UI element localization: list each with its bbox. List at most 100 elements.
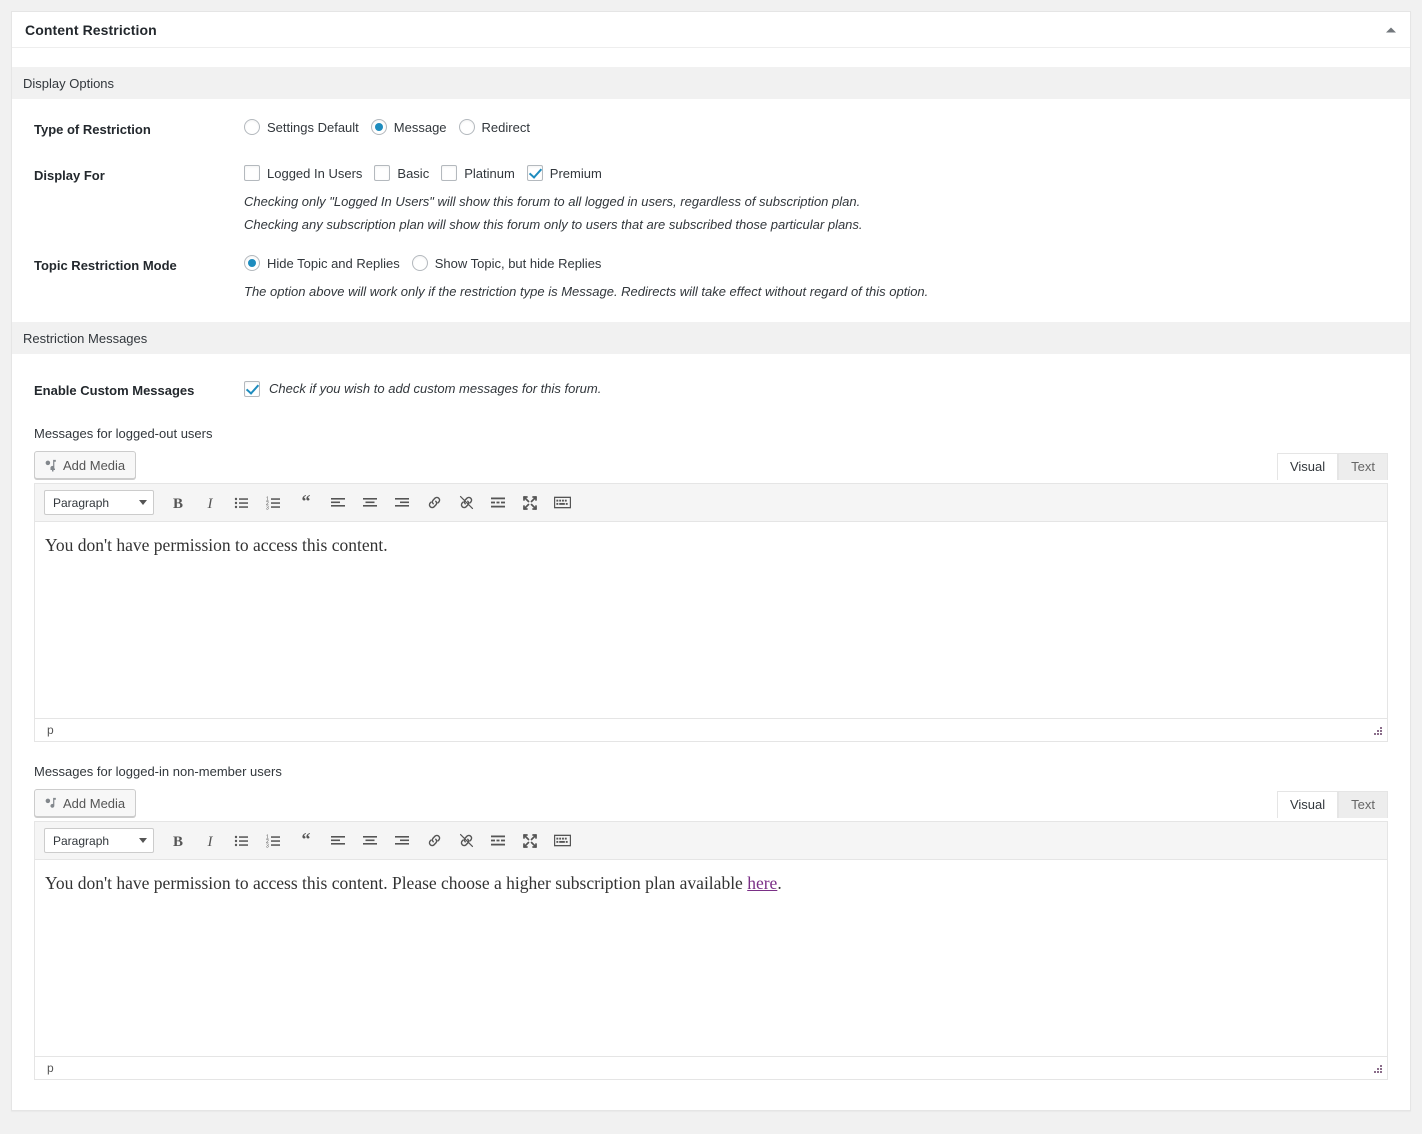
radio-redirect[interactable]: Redirect [458, 119, 530, 135]
align-right-icon[interactable] [388, 489, 416, 517]
bold-icon[interactable]: B [164, 489, 192, 517]
radio-hide-topic-and-replies[interactable]: Hide Topic and Replies [244, 255, 400, 271]
unlink-icon[interactable] [452, 827, 480, 855]
svg-text:I: I [207, 834, 214, 849]
checkbox-label: Logged In Users [267, 165, 363, 181]
help-topic-restriction-mode: The option above will work only if the r… [244, 284, 929, 299]
tab-visual[interactable]: Visual [1276, 453, 1339, 480]
here-link[interactable]: here [747, 873, 777, 893]
blockquote-icon[interactable]: “ [292, 489, 320, 517]
numbered-list-icon[interactable]: 123 [260, 489, 288, 517]
unlink-icon[interactable] [452, 489, 480, 517]
numbered-list-icon[interactable]: 123 [260, 827, 288, 855]
section-header-display-options: Display Options [12, 67, 1410, 99]
radio-indicator[interactable] [370, 119, 387, 135]
editor-content-logged-out[interactable]: You don't have permission to access this… [35, 522, 1387, 718]
checkbox-label: Platinum [464, 165, 515, 181]
editor-text: You don't have permission to access this… [45, 535, 388, 555]
checkbox-indicator[interactable] [526, 165, 543, 181]
link-icon[interactable] [420, 827, 448, 855]
format-select[interactable]: Paragraph [44, 828, 154, 853]
align-right-icon[interactable] [388, 827, 416, 855]
add-media-button[interactable]: Add Media [34, 451, 137, 479]
checkbox-premium[interactable]: Premium [526, 165, 602, 181]
checkbox-enable-custom-messages[interactable]: Check if you wish to add custom messages… [244, 380, 601, 397]
italic-icon[interactable]: I [196, 489, 224, 517]
align-center-icon[interactable] [356, 827, 384, 855]
page-title: Content Restriction [25, 21, 157, 38]
editor-container-logged-in-non-member: Paragraph B I 123 “ You don't have permi… [34, 821, 1388, 1080]
tab-text[interactable]: Text [1338, 791, 1388, 818]
add-media-icon [43, 796, 58, 811]
label-type-of-restriction: Type of Restriction [34, 122, 151, 137]
radio-group-type-of-restriction: Settings Default Message Redirect [244, 119, 1410, 135]
checkbox-indicator[interactable] [244, 165, 260, 181]
checkbox-label: Basic [397, 165, 430, 181]
help-enable-custom-messages: Check if you wish to add custom messages… [269, 381, 602, 396]
checkbox-logged-in-users[interactable]: Logged In Users [244, 165, 362, 181]
editor-path: p [47, 723, 54, 737]
row-enable-custom-messages: Enable Custom Messages Check if you wish… [12, 380, 1410, 400]
align-left-icon[interactable] [324, 827, 352, 855]
svg-text:I: I [207, 496, 214, 511]
checkbox-indicator[interactable] [441, 165, 458, 181]
svg-text:3: 3 [266, 843, 269, 849]
fullscreen-icon[interactable] [516, 489, 544, 517]
editor-resize-handle[interactable] [1370, 1063, 1384, 1077]
chevron-down-icon [139, 838, 147, 843]
radio-indicator[interactable] [244, 255, 260, 271]
italic-icon[interactable]: I [196, 827, 224, 855]
format-select[interactable]: Paragraph [44, 490, 154, 515]
bulleted-list-icon[interactable] [228, 489, 256, 517]
toolbar-toggle-icon[interactable] [548, 827, 576, 855]
add-media-button[interactable]: Add Media [34, 789, 137, 817]
editor-text-tail: . [777, 873, 782, 893]
radio-label: Settings Default [267, 119, 359, 135]
insert-read-more-icon[interactable] [484, 489, 512, 517]
align-center-icon[interactable] [356, 489, 384, 517]
radio-indicator[interactable] [411, 255, 428, 271]
bulleted-list-icon[interactable] [228, 827, 256, 855]
link-icon[interactable] [420, 489, 448, 517]
editor-tabs-logged-in-non-member: Visual Text [1276, 789, 1388, 818]
align-left-icon[interactable] [324, 489, 352, 517]
checkbox-platinum[interactable]: Platinum [441, 165, 515, 181]
editor-container-logged-out: Paragraph B I 123 “ You don't have permi… [34, 483, 1388, 742]
toolbar-toggle-icon[interactable] [548, 489, 576, 517]
editor-resize-handle[interactable] [1370, 725, 1384, 739]
checkbox-indicator[interactable] [374, 165, 391, 181]
label-enable-custom-messages: Enable Custom Messages [34, 383, 195, 398]
tab-text[interactable]: Text [1338, 453, 1388, 480]
radio-label: Message [393, 119, 447, 135]
editor-tabs-logged-out: Visual Text [1276, 451, 1388, 480]
editor-toolbar-logged-out: Paragraph B I 123 “ [35, 484, 1387, 522]
checkbox-basic[interactable]: Basic [374, 165, 429, 181]
bold-icon[interactable]: B [164, 827, 192, 855]
format-select-value: Paragraph [53, 833, 110, 848]
radio-show-topic-hide-replies[interactable]: Show Topic, but hide Replies [411, 255, 602, 271]
editor-content-logged-in-non-member[interactable]: You don't have permission to access this… [35, 860, 1387, 1056]
editor-text: You don't have permission to access this… [45, 873, 748, 893]
radio-indicator[interactable] [458, 119, 475, 135]
label-display-for: Display For [34, 168, 105, 183]
editor-heading-logged-in-non-member: Messages for logged-in non-member users [34, 764, 282, 779]
radio-message[interactable]: Message [370, 119, 447, 135]
blockquote-icon[interactable]: “ [292, 827, 320, 855]
media-buttons-logged-in-non-member: Add Media [34, 789, 1388, 817]
editor-logged-out: Add Media Visual Text Paragraph B I 123 … [12, 451, 1410, 742]
row-topic-restriction-mode: Topic Restriction Mode Hide Topic and Re… [12, 255, 1410, 300]
radio-indicator[interactable] [244, 119, 260, 135]
radio-label: Show Topic, but hide Replies [434, 255, 602, 271]
section-title-display-options: Display Options [23, 75, 115, 91]
radio-label: Redirect [481, 119, 530, 135]
checkbox-indicator[interactable] [244, 380, 260, 397]
fullscreen-icon[interactable] [516, 827, 544, 855]
svg-text:“: “ [302, 833, 311, 849]
chevron-up-icon[interactable] [1386, 27, 1396, 32]
tab-visual[interactable]: Visual [1276, 791, 1339, 818]
insert-read-more-icon[interactable] [484, 827, 512, 855]
editor-path: p [47, 1061, 54, 1075]
media-buttons-logged-out: Add Media [34, 451, 1388, 479]
help-display-for-1: Checking only "Logged In Users" will sho… [244, 194, 861, 209]
radio-settings-default[interactable]: Settings Default [244, 119, 359, 135]
